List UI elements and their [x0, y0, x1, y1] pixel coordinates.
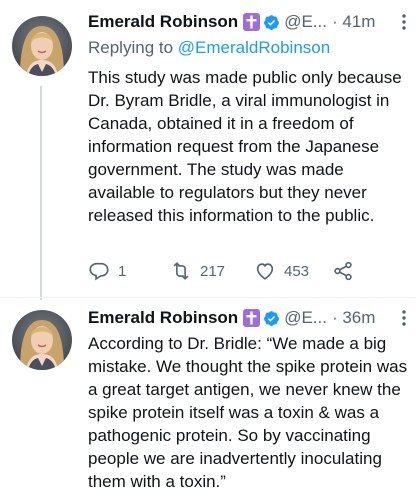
reply-button[interactable]: 1: [88, 259, 126, 283]
verified-badge-icon: [263, 310, 280, 327]
replying-to-label: Replying to: [88, 38, 174, 57]
like-count: 453: [284, 262, 310, 280]
author-name[interactable]: Emerald Robinson: [88, 308, 238, 328]
more-vertical-icon[interactable]: [396, 308, 412, 328]
timestamp[interactable]: · 36m: [332, 308, 375, 328]
tweet-header: Emerald Robinson @E... · 36m: [88, 306, 408, 330]
tweet-text: According to Dr. Bridle: “We made a big …: [88, 334, 408, 491]
reply-icon: [89, 262, 109, 281]
author-name[interactable]: Emerald Robinson: [88, 12, 238, 32]
share-button[interactable]: [332, 259, 354, 283]
author-handle[interactable]: @E...: [284, 12, 327, 32]
verified-badge-icon: [263, 14, 280, 31]
replying-to: Replying to @EmeraldRobinson: [88, 38, 330, 58]
cross-badge-icon: [243, 13, 261, 31]
author-handle[interactable]: @E...: [284, 308, 327, 328]
retweet-button[interactable]: 217: [170, 259, 225, 283]
tweet-header: Emerald Robinson @E... · 41m: [88, 10, 408, 34]
tweet[interactable]: Emerald Robinson @E... · 41m Replying to…: [0, 0, 416, 296]
avatar[interactable]: [12, 16, 72, 76]
tweet[interactable]: Emerald Robinson @E... · 36m According t…: [0, 298, 416, 500]
heart-icon: [256, 263, 274, 280]
retweet-icon: [173, 262, 189, 280]
cross-badge-icon: [243, 309, 261, 327]
retweet-count: 217: [200, 262, 226, 280]
share-icon: [334, 261, 352, 281]
tweet-actions: 1 217 453: [88, 259, 408, 283]
timestamp[interactable]: · 41m: [332, 12, 375, 32]
mention-link[interactable]: @EmeraldRobinson: [178, 38, 330, 57]
avatar[interactable]: [12, 310, 72, 370]
tweet-text: This study was made public only because …: [88, 68, 402, 225]
reply-count: 1: [118, 262, 127, 280]
like-button[interactable]: 453: [254, 259, 309, 283]
more-vertical-icon[interactable]: [396, 12, 412, 32]
